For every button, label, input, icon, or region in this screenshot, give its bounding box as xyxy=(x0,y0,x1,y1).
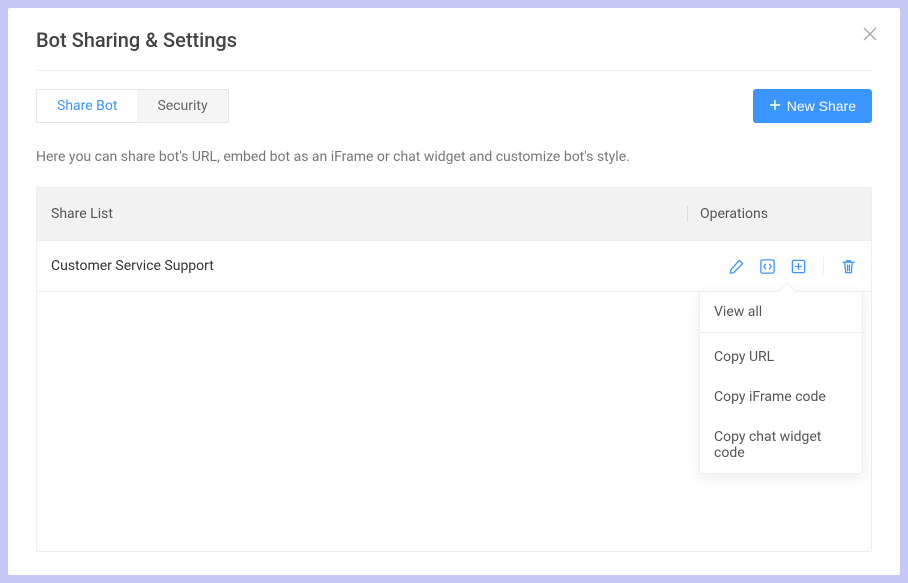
dropdown-view-all[interactable]: View all xyxy=(700,292,862,333)
new-share-button[interactable]: New Share xyxy=(753,89,872,123)
new-share-label: New Share xyxy=(787,98,856,114)
code-dropdown: View all Copy URL Copy iFrame code Copy … xyxy=(699,291,863,474)
operations-divider xyxy=(823,257,824,275)
sharing-settings-modal: Bot Sharing & Settings Share Bot Securit… xyxy=(8,8,900,575)
share-table: Share List Operations Customer Service S… xyxy=(36,187,872,552)
dropdown-copy-url[interactable]: Copy URL xyxy=(700,337,862,377)
row-operations xyxy=(728,257,857,275)
dropdown-copy-iframe[interactable]: Copy iFrame code xyxy=(700,377,862,417)
toolbar: Share Bot Security New Share xyxy=(36,89,872,123)
code-icon[interactable] xyxy=(759,258,776,275)
tab-share-bot[interactable]: Share Bot xyxy=(37,90,137,122)
delete-icon[interactable] xyxy=(840,258,857,275)
close-icon[interactable] xyxy=(862,26,878,42)
modal-title: Bot Sharing & Settings xyxy=(36,28,872,71)
description-text: Here you can share bot's URL, embed bot … xyxy=(36,149,872,165)
share-name: Customer Service Support xyxy=(51,258,728,274)
table-header: Share List Operations xyxy=(37,188,871,240)
plus-icon xyxy=(769,98,781,114)
dropdown-copy-widget[interactable]: Copy chat widget code xyxy=(700,417,862,473)
expand-icon[interactable] xyxy=(790,258,807,275)
edit-icon[interactable] xyxy=(728,258,745,275)
table-row: Customer Service Support xyxy=(37,240,871,291)
tab-security[interactable]: Security xyxy=(137,90,227,122)
col-header-ops: Operations xyxy=(687,206,857,222)
tabs: Share Bot Security xyxy=(36,89,229,123)
col-header-share: Share List xyxy=(51,206,687,222)
